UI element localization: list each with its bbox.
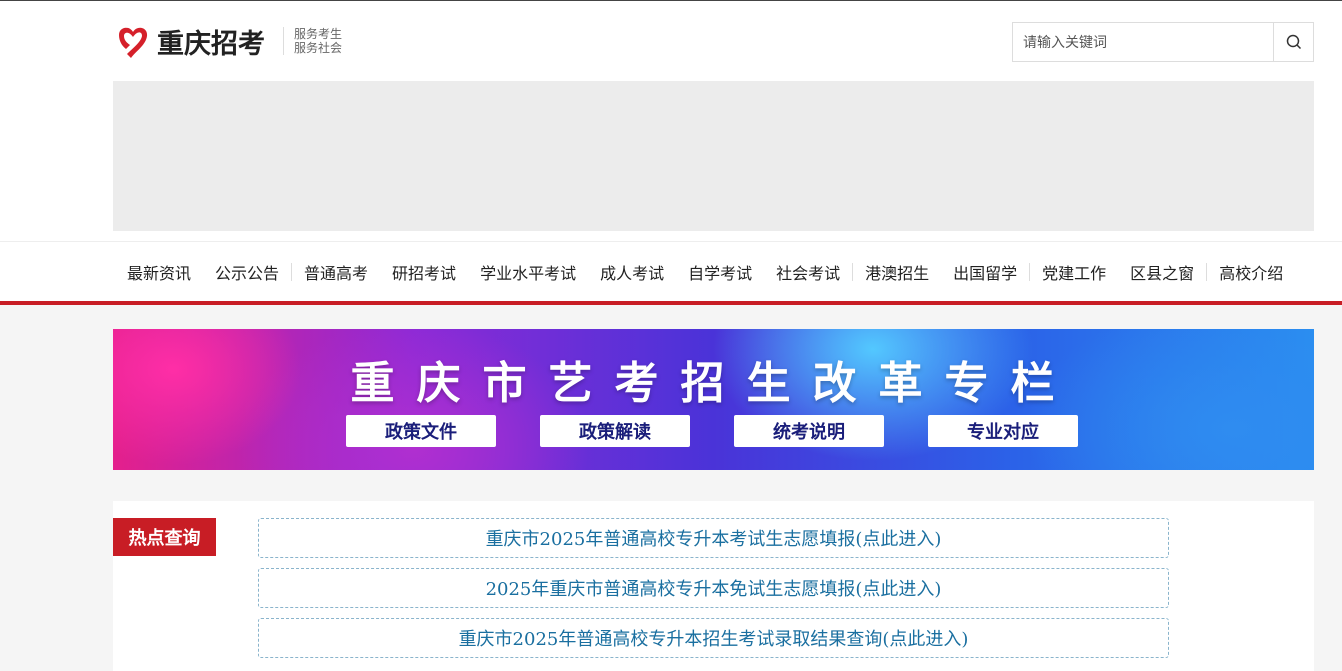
nav-item[interactable]: 出国留学 xyxy=(941,260,1029,284)
ad-placeholder xyxy=(113,81,1314,231)
nav-item[interactable]: 高校介绍 xyxy=(1207,260,1295,284)
nav-item[interactable]: 普通高考 xyxy=(292,260,380,284)
hot-link-volunteer-exam[interactable]: 重庆市2025年普通高校专升本考试生志愿填报(点此进入) xyxy=(258,518,1169,558)
banner-title: 重庆市艺考招生改革专栏 xyxy=(350,358,1077,409)
nav-list: 最新资讯 公示公告 普通高考 研招考试 学业水平考试 成人考试 自学考试 社会考试 港澳招生 出国… xyxy=(115,242,1295,302)
nav-item[interactable]: 社会考试 xyxy=(764,260,852,284)
search-button[interactable] xyxy=(1273,23,1313,61)
policy-interpretation-button[interactable]: 政策解读 xyxy=(540,415,690,447)
slogan: 服务考生 服务社会 xyxy=(283,27,342,55)
logo-heart-icon xyxy=(119,27,148,58)
art-exam-banner[interactable]: 重庆市艺考招生改革专栏 政策文件 政策解读 统考说明 专业对应 xyxy=(113,329,1314,470)
site-logo[interactable]: 重庆招考 服务考生 服务社会 xyxy=(113,21,342,61)
hot-query-label: 热点查询 xyxy=(113,518,216,556)
nav-item[interactable]: 公示公告 xyxy=(203,260,291,284)
site-header: 重庆招考 服务考生 服务社会 xyxy=(0,1,1342,241)
search-input[interactable] xyxy=(1013,23,1273,61)
major-correspondence-button[interactable]: 专业对应 xyxy=(928,415,1078,447)
slogan-line-1: 服务考生 xyxy=(294,27,343,41)
hot-query-section: 热点查询 重庆市2025年普通高校专升本考试生志愿填报(点此进入) 2025年重… xyxy=(113,501,1314,671)
nav-item[interactable]: 学业水平考试 xyxy=(468,260,588,284)
policy-documents-button[interactable]: 政策文件 xyxy=(346,415,496,447)
nav-item[interactable]: 成人考试 xyxy=(588,260,676,284)
nav-item[interactable]: 自学考试 xyxy=(676,260,764,284)
hot-link-admission-result[interactable]: 重庆市2025年普通高校专升本招生考试录取结果查询(点此进入) xyxy=(258,618,1169,658)
hot-link-volunteer-exempt[interactable]: 2025年重庆市普通高校专升本免试生志愿填报(点此进入) xyxy=(258,568,1169,608)
search-box xyxy=(1012,22,1314,62)
unified-exam-button[interactable]: 统考说明 xyxy=(734,415,884,447)
slogan-line-2: 服务社会 xyxy=(294,41,343,55)
search-icon xyxy=(1286,34,1301,50)
banner-buttons: 政策文件 政策解读 统考说明 专业对应 xyxy=(346,415,1078,447)
logo-text: 重庆招考 xyxy=(157,28,265,60)
nav-item[interactable]: 区县之窗 xyxy=(1118,260,1206,284)
nav-item[interactable]: 研招考试 xyxy=(380,260,468,284)
nav-item[interactable]: 党建工作 xyxy=(1030,260,1118,284)
main-nav: 最新资讯 公示公告 普通高考 研招考试 学业水平考试 成人考试 自学考试 社会考试 港澳招生 出国… xyxy=(0,241,1342,305)
hot-query-links: 重庆市2025年普通高校专升本考试生志愿填报(点此进入) 2025年重庆市普通高… xyxy=(258,518,1169,668)
nav-item[interactable]: 最新资讯 xyxy=(115,260,203,284)
nav-item[interactable]: 港澳招生 xyxy=(853,260,941,284)
